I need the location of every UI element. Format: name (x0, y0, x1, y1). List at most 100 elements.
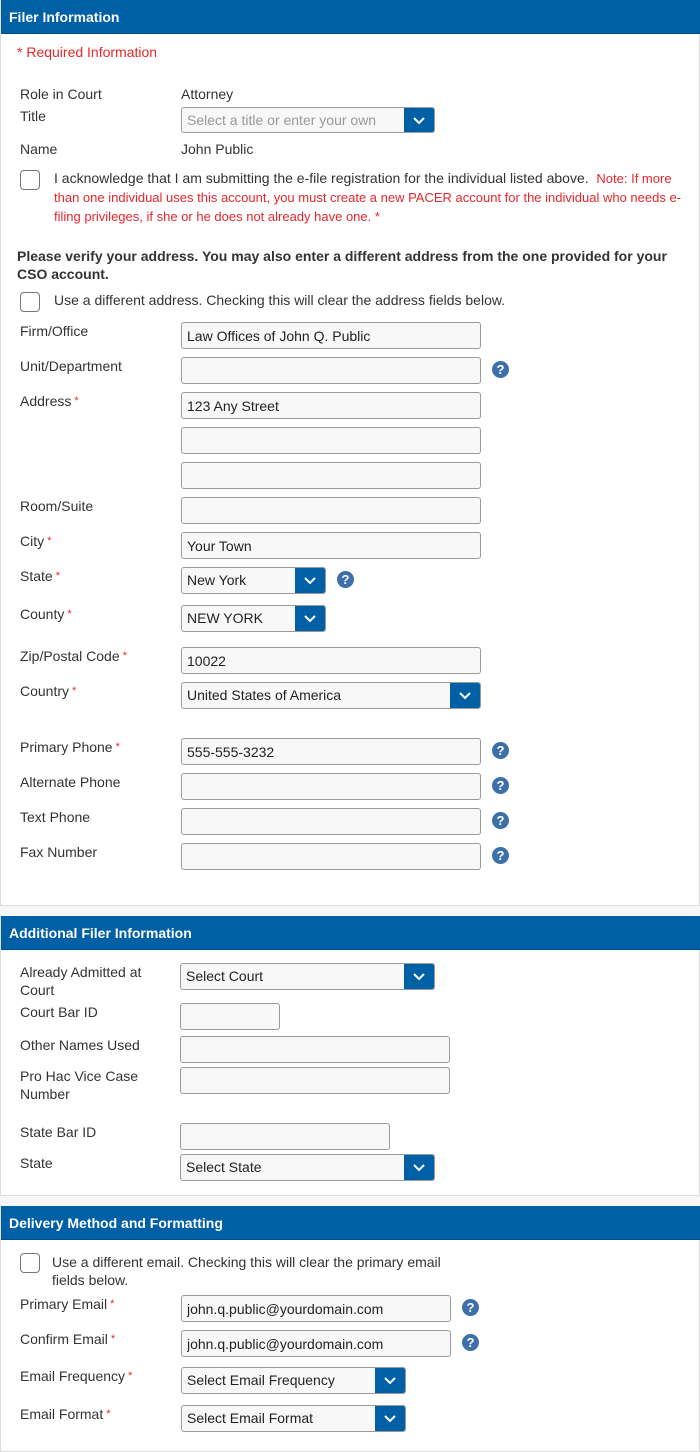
delivery-method-header: Delivery Method and Formatting (1, 1206, 700, 1240)
city-label: City * (20, 532, 51, 550)
city-input[interactable] (181, 532, 481, 559)
email-format-select[interactable]: Select Email Format (181, 1405, 406, 1432)
acknowledge-checkbox[interactable] (20, 170, 40, 190)
text-phone-input[interactable] (181, 808, 481, 835)
court-bar-input[interactable] (180, 1003, 280, 1030)
required-marker: * (110, 1298, 115, 1310)
primary-phone-help-icon[interactable]: ? (492, 742, 509, 759)
additional-filer-panel: Additional Filer Information Already Adm… (0, 916, 700, 1196)
email-format-value: Select Email Format (187, 1410, 314, 1426)
address-line1-input[interactable] (181, 392, 481, 419)
text-phone-label: Text Phone (20, 809, 91, 825)
required-marker: * (74, 395, 79, 407)
country-dropdown-button[interactable] (450, 683, 480, 708)
chevron-down-icon (304, 614, 316, 622)
delivery-method-panel: Delivery Method and Formatting Use a dif… (0, 1206, 700, 1452)
fax-input[interactable] (181, 843, 481, 870)
primary-phone-label: Primary Phone * (20, 738, 120, 756)
email-format-label-text: Email Format (20, 1406, 104, 1422)
fax-label: Fax Number (20, 844, 98, 860)
primary-email-label: Primary Email * (20, 1295, 114, 1313)
primary-phone-label-text: Primary Phone (20, 739, 113, 755)
admitted-court-dropdown-button[interactable] (404, 964, 434, 989)
email-frequency-label-text: Email Frequency (20, 1368, 126, 1384)
state-help-icon[interactable]: ? (337, 571, 354, 588)
address-label-text: Address (20, 393, 72, 409)
city-label-text: City (20, 533, 45, 549)
state-label: State * (20, 567, 60, 585)
state-dropdown-button[interactable] (295, 568, 325, 593)
county-dropdown-button[interactable] (295, 606, 325, 631)
role-value: Attorney (181, 86, 234, 102)
room-input[interactable] (181, 497, 481, 524)
text-phone-help-icon[interactable]: ? (492, 812, 509, 829)
primary-phone-input[interactable] (181, 738, 481, 765)
country-select[interactable]: United States of America (181, 682, 481, 709)
chevron-down-icon (384, 1414, 396, 1422)
email-format-dropdown-button[interactable] (375, 1406, 405, 1431)
required-marker: * (106, 1408, 111, 1420)
state-bar-input[interactable] (180, 1123, 390, 1150)
state-select[interactable]: New York (181, 567, 326, 594)
admitted-court-value: Select Court (186, 968, 264, 984)
primary-email-input[interactable] (181, 1295, 451, 1322)
confirm-email-label: Confirm Email * (20, 1330, 115, 1348)
address-line3-input[interactable] (181, 462, 481, 489)
bar-state-dropdown-button[interactable] (404, 1155, 434, 1180)
chevron-down-icon (413, 972, 425, 980)
required-marker: * (128, 1370, 133, 1382)
chevron-down-icon (413, 1163, 425, 1171)
bar-state-label: State (20, 1155, 53, 1171)
bar-state-select[interactable]: Select State (180, 1154, 435, 1181)
required-marker: * (47, 535, 52, 547)
required-marker: * (55, 570, 60, 582)
additional-filer-header: Additional Filer Information (1, 916, 700, 950)
confirm-email-help-icon[interactable]: ? (462, 1334, 479, 1351)
other-names-input[interactable] (180, 1036, 450, 1063)
address-label: Address * (20, 392, 79, 410)
county-selected-value: NEW YORK (187, 610, 263, 626)
zip-input[interactable] (181, 647, 481, 674)
primary-email-help-icon[interactable]: ? (462, 1299, 479, 1316)
acknowledge-statement: I acknowledge that I am submitting the e… (54, 170, 589, 186)
confirm-email-label-text: Confirm Email (20, 1331, 108, 1347)
different-address-checkbox[interactable] (20, 292, 40, 312)
chevron-down-icon (384, 1376, 396, 1384)
title-combobox[interactable]: Select a title or enter your own (181, 107, 435, 133)
fax-help-icon[interactable]: ? (492, 847, 509, 864)
country-label-text: Country (20, 683, 70, 699)
court-bar-label: Court Bar ID (20, 1004, 98, 1020)
firm-label: Firm/Office (20, 323, 89, 339)
required-marker: * (72, 685, 77, 697)
address-line2-input[interactable] (181, 427, 481, 454)
name-value: John Public (181, 141, 254, 157)
different-email-text: Use a different email. Checking this wil… (52, 1254, 441, 1288)
admitted-court-select[interactable]: Select Court (180, 963, 435, 990)
required-marker: * (67, 608, 72, 620)
alt-phone-label: Alternate Phone (20, 774, 121, 790)
different-email-checkbox[interactable] (20, 1253, 40, 1273)
pro-hac-input[interactable] (180, 1067, 450, 1094)
unit-input[interactable] (181, 357, 481, 384)
county-label: County * (20, 605, 72, 623)
unit-label: Unit/Department (20, 358, 122, 374)
unit-help-icon[interactable]: ? (492, 361, 509, 378)
country-selected-value: United States of America (187, 687, 342, 703)
country-label: Country * (20, 682, 76, 700)
alt-phone-help-icon[interactable]: ? (492, 777, 509, 794)
required-marker: * (122, 650, 127, 662)
verify-address-text: Please verify your address. You may also… (17, 248, 667, 282)
firm-input[interactable] (181, 322, 481, 349)
required-marker: * (110, 1333, 116, 1345)
email-format-label: Email Format * (20, 1405, 111, 1423)
email-frequency-select[interactable]: Select Email Frequency (181, 1367, 406, 1394)
title-label: Title (20, 108, 46, 124)
confirm-email-input[interactable] (181, 1330, 451, 1357)
acknowledge-text: I acknowledge that I am submitting the e… (54, 169, 684, 226)
alt-phone-input[interactable] (181, 773, 481, 800)
title-dropdown-button[interactable] (404, 108, 434, 132)
county-select[interactable]: NEW YORK (181, 605, 326, 632)
bar-state-value: Select State (186, 1159, 262, 1175)
email-frequency-dropdown-button[interactable] (375, 1368, 405, 1393)
email-frequency-value: Select Email Frequency (187, 1372, 335, 1388)
